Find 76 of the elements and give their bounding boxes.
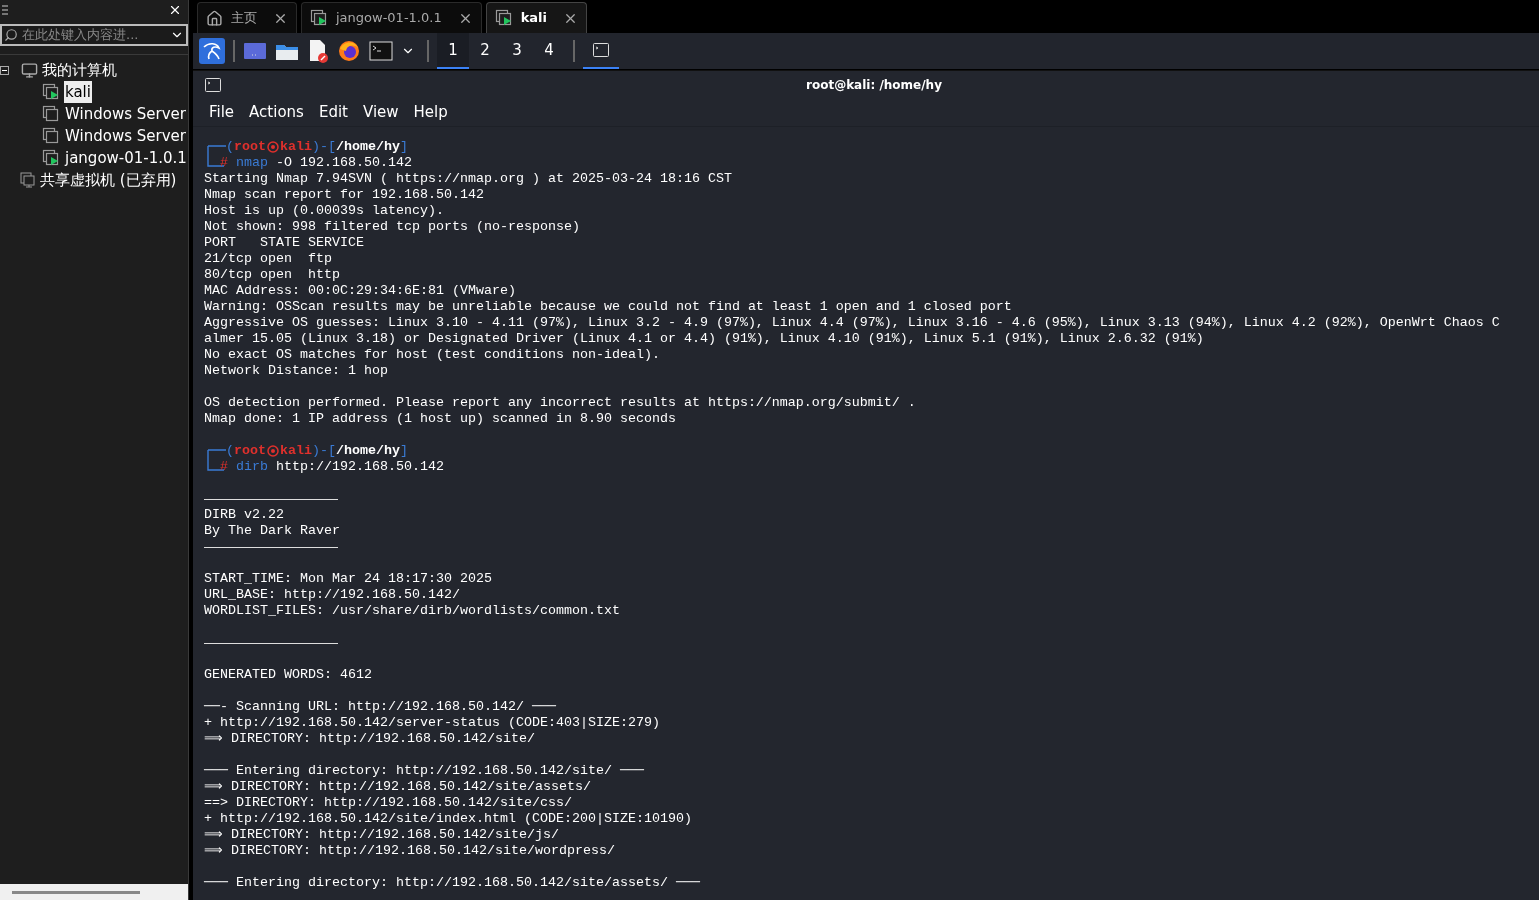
terminal-window-icon	[593, 43, 609, 57]
running-vm-icon	[310, 9, 328, 27]
terminal-line: DIRB v2.22	[204, 507, 284, 522]
terminal-line: Network Distance: 1 hop	[204, 363, 388, 378]
skull-icon	[267, 141, 279, 153]
terminal-line: Nmap done: 1 IP address (1 host up) scanned in 8.90 seconds	[204, 411, 676, 426]
scrollbar[interactable]	[0, 884, 188, 900]
tree-item[interactable]: Windows Server	[64, 103, 187, 125]
terminal-line: ─── Entering directory: http://192.168.50.142/site/assets/ ───	[204, 875, 700, 890]
skull-icon	[267, 445, 279, 457]
terminal-line: URL_BASE: http://192.168.50.142/	[204, 587, 460, 602]
terminal-line: By The Dark Raver	[204, 523, 340, 538]
prompt-command: # nmap -O 192.168.50.142	[220, 155, 412, 171]
prompt-user: (root	[226, 443, 266, 459]
tree-item[interactable]: jangow-01-1.0.1	[64, 147, 188, 169]
home-icon	[206, 9, 223, 27]
terminal-line: GENERATED WORDS: 4612	[204, 667, 372, 682]
prompt-command: # dirb http://192.168.50.142	[220, 459, 444, 475]
terminal-line: ⟹ DIRECTORY: http://192.168.50.142/site/wordpress/	[204, 843, 615, 858]
document-edit-icon[interactable]	[307, 39, 329, 63]
shared-vm-icon	[20, 172, 36, 188]
terminal-line: almer 15.05 (Linux 3.18) or Designated Driver (Linux 4.1 or 4.4) (91%), Linux 4.10 (91%), Linux 5.1 (91%), Linux 2.6.32 (91%)	[204, 331, 1204, 346]
collapse-toggle[interactable]	[0, 65, 9, 75]
running-vm-icon	[494, 9, 513, 27]
terminal-line: START_TIME: Mon Mar 24 18:17:30 2025	[204, 571, 492, 586]
terminal-line: ==> DIRECTORY: http://192.168.50.142/site/css/	[204, 795, 572, 810]
terminal-line: + http://192.168.50.142/site/index.html (CODE:200|SIZE:10190)	[204, 811, 692, 826]
terminal-line: Host is up (0.00039s latency).	[204, 203, 444, 218]
terminal-line: PORT STATE SERVICE	[204, 235, 364, 250]
close-icon[interactable]	[168, 3, 182, 17]
tree-item[interactable]: kali	[64, 81, 92, 103]
workspace-button[interactable]: 1	[437, 33, 469, 69]
desktop-icon[interactable]	[243, 41, 267, 61]
menu-item[interactable]: File	[209, 101, 235, 124]
workspace-button[interactable]: 3	[501, 33, 533, 69]
menu-item[interactable]: View	[362, 101, 399, 124]
tree-item[interactable]: 我的计算机	[42, 59, 117, 81]
browser-icon[interactable]	[337, 39, 361, 63]
terminal-line: WORDLIST_FILES: /usr/share/dirb/wordlists/common.txt	[204, 603, 620, 618]
terminal-line: MAC Address: 00:0C:29:34:6E:81 (VMware)	[204, 283, 516, 298]
terminal-line: ⟹ DIRECTORY: http://192.168.50.142/site/assets/	[204, 779, 591, 794]
terminal-line: + http://192.168.50.142/server-status (CODE:403|SIZE:279)	[204, 715, 660, 730]
computer-icon	[21, 61, 38, 79]
terminal-line: OS detection performed. Please report any incorrect results at https://nmap.org/submit/ .	[204, 395, 916, 410]
window-title: root@kali: /home/hy	[806, 77, 942, 94]
terminal-line: Nmap scan report for 192.168.50.142	[204, 187, 484, 202]
workspace-button[interactable]: 4	[533, 33, 565, 69]
search-icon	[4, 28, 18, 42]
menu-item[interactable]: Edit	[318, 101, 348, 124]
tree-item[interactable]: Windows Server	[64, 125, 187, 147]
terminal-line: ─── Entering directory: http://192.168.50.142/site/ ───	[204, 763, 644, 778]
tab[interactable]: jangow-01-1.0.1	[301, 2, 482, 33]
menu-item[interactable]: Help	[413, 101, 448, 124]
menu-icon[interactable]	[2, 5, 8, 15]
terminal-line: Starting Nmap 7.94SVN ( https://nmap.org ) at 2025-03-24 18:16 CST	[204, 171, 732, 186]
terminal-window-icon	[205, 78, 221, 92]
search-field[interactable]: 在此处键入内容进...	[0, 24, 188, 46]
terminal-line: 21/tcp open ftp	[204, 251, 332, 266]
workspace-button[interactable]: 2	[469, 33, 501, 69]
terminal-line: ──- Scanning URL: http://192.168.50.142/ ───	[204, 699, 556, 714]
tab[interactable]: 主页	[197, 2, 297, 33]
prompt-path: kali)-[/home/hy]	[280, 139, 408, 155]
terminal-line: No exact OS matches for host (test conditions non-ideal).	[204, 347, 660, 362]
terminal-line: ⟹ DIRECTORY: http://192.168.50.142/site/	[204, 731, 535, 746]
terminal-line: Aggressive OS guesses: Linux 3.10 - 4.11 (97%), Linux 3.2 - 4.9 (97%), Linux 4.4 (97%), Linux 3.16 - 4.6 (95%), Linux 3.13 (94%), Linux 4.2 (92%), OpenWrt Chaos C	[204, 315, 1500, 330]
tree-item[interactable]: 共享虚拟机 (已弃用)	[40, 169, 177, 191]
prompt-user: (root	[226, 139, 266, 155]
dragon-logo-icon[interactable]	[199, 38, 225, 64]
terminal-line: ⟹ DIRECTORY: http://192.168.50.142/site/js/	[204, 827, 559, 842]
terminal-icon[interactable]	[369, 41, 393, 61]
terminal-line: Warning: OSScan results may be unreliable because we could not find at least 1 open and 1 closed port	[204, 299, 1012, 314]
prompt-path: kali)-[/home/hy]	[280, 443, 408, 459]
tab[interactable]: kali	[485, 2, 587, 33]
menu-item[interactable]: Actions	[249, 101, 304, 124]
terminal-line: Not shown: 998 filtered tcp ports (no-response)	[204, 219, 580, 234]
terminal-line: 80/tcp open http	[204, 267, 340, 282]
